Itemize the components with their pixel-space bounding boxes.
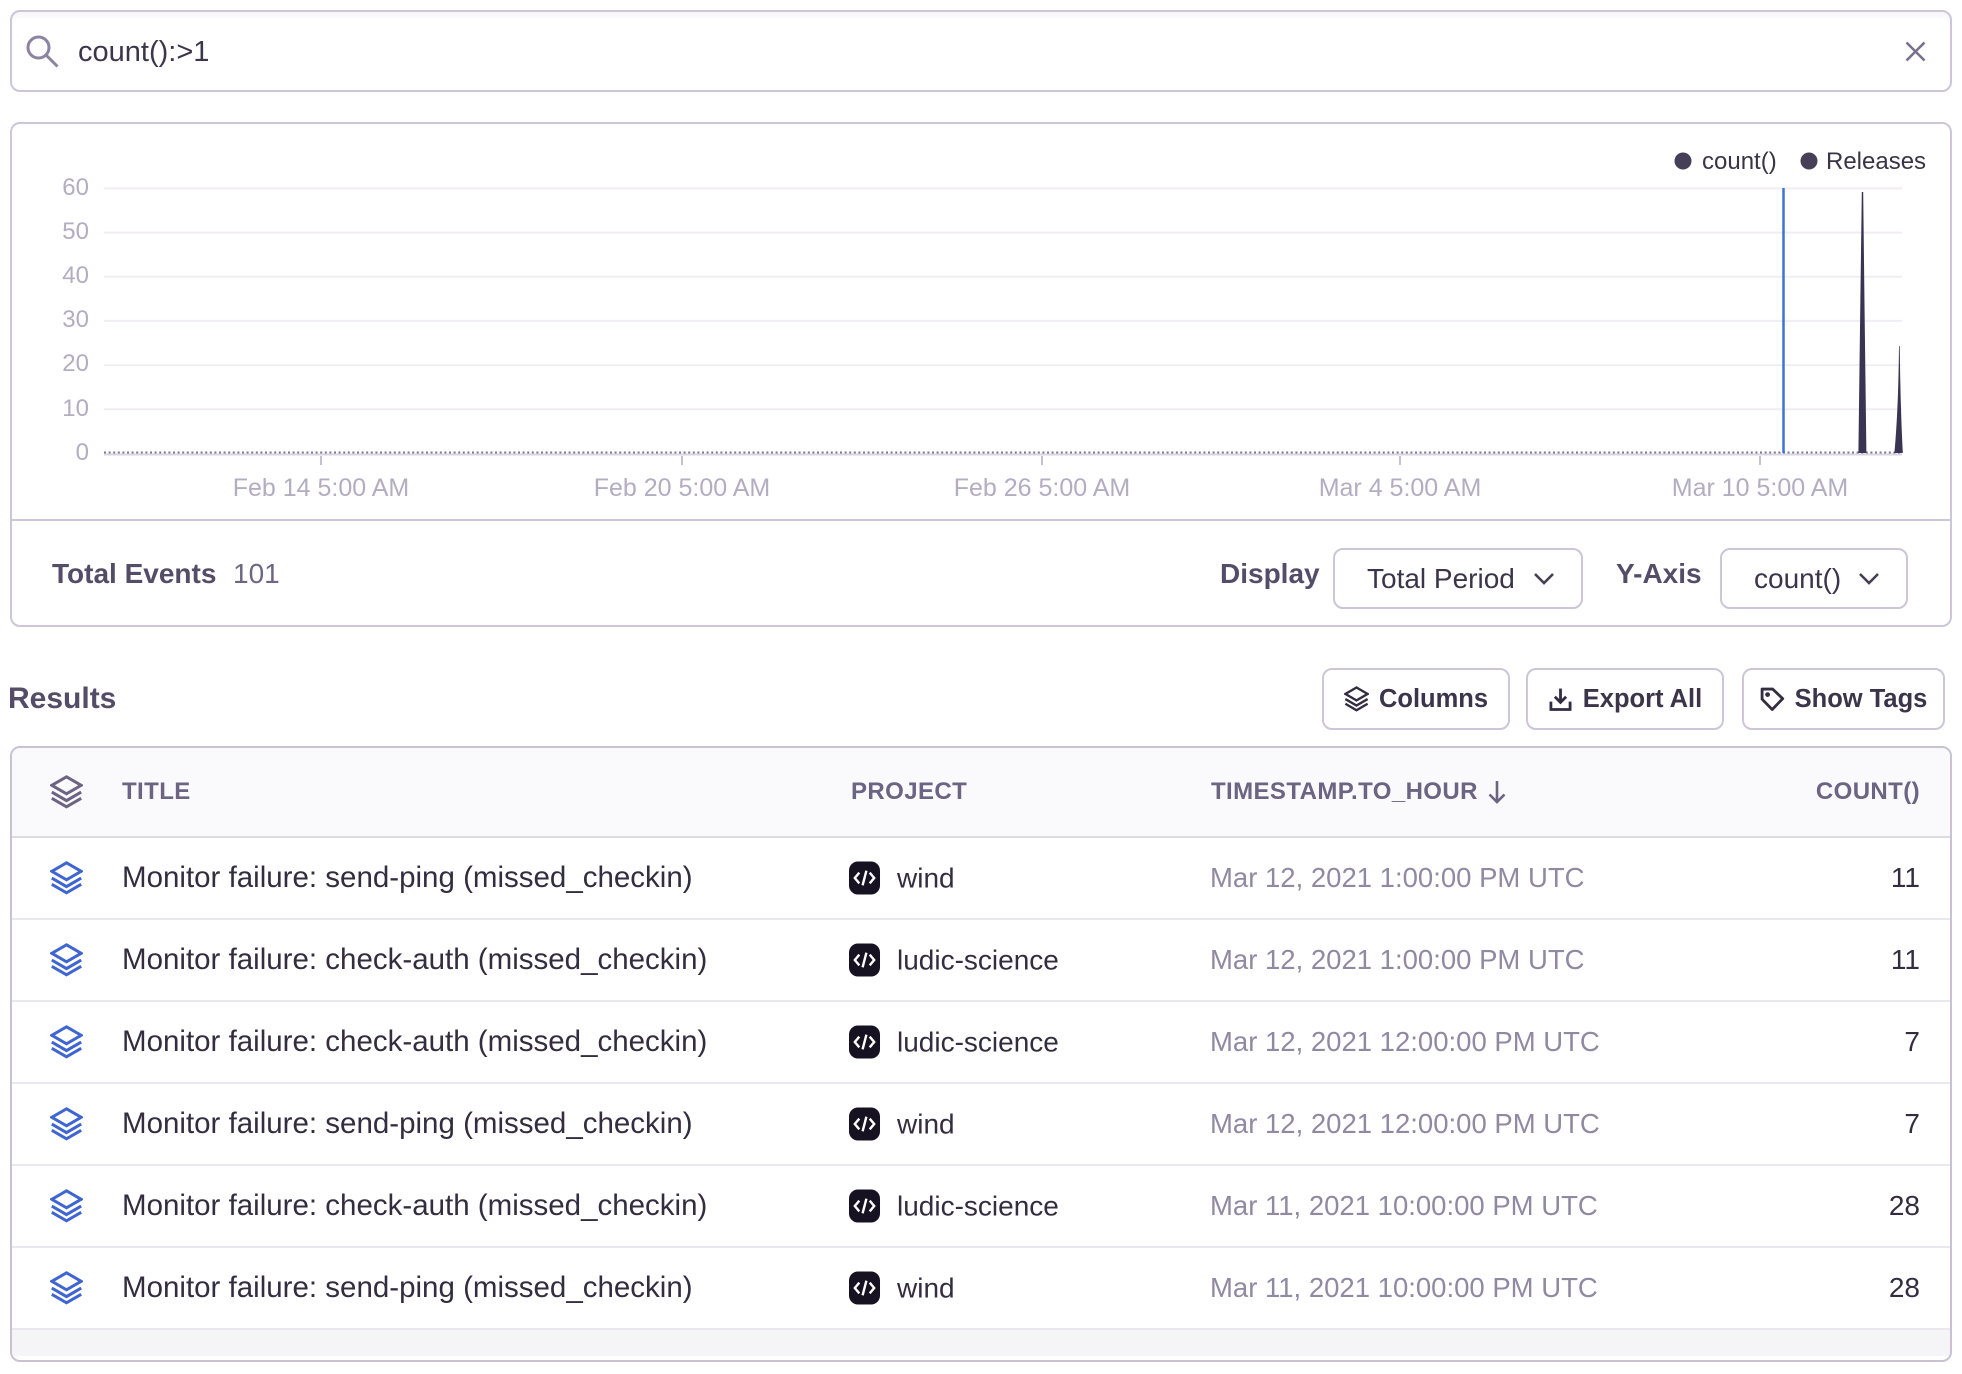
svg-text:Feb 14 5:00 AM: Feb 14 5:00 AM (233, 474, 410, 502)
svg-text:50: 50 (62, 218, 89, 245)
svg-text:20: 20 (62, 350, 89, 377)
svg-text:Feb 20 5:00 AM: Feb 20 5:00 AM (594, 474, 771, 502)
svg-text:Feb 26 5:00 AM: Feb 26 5:00 AM (954, 474, 1131, 502)
svg-text:30: 30 (62, 306, 89, 333)
svg-text:40: 40 (62, 262, 89, 289)
svg-text:60: 60 (62, 174, 89, 201)
svg-text:Mar 4 5:00 AM: Mar 4 5:00 AM (1319, 474, 1482, 502)
svg-text:count(): count() (1702, 148, 1777, 175)
svg-text:0: 0 (76, 439, 89, 466)
svg-text:10: 10 (62, 395, 89, 422)
svg-text:Mar 10 5:00 AM: Mar 10 5:00 AM (1672, 474, 1848, 502)
svg-text:Releases: Releases (1826, 148, 1926, 175)
